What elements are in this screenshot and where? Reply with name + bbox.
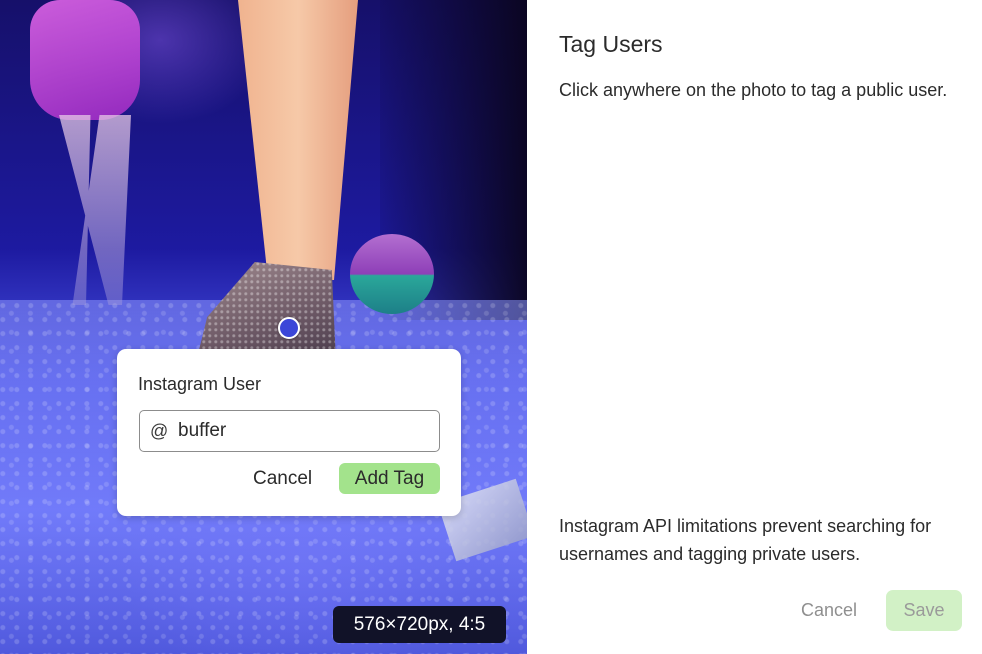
image-dimensions-badge: 576×720px, 4:5 <box>333 606 506 643</box>
photo-canvas[interactable]: Instagram User @ Cancel Add Tag 576×720p… <box>0 0 527 654</box>
at-symbol-prefix: @ <box>150 421 169 441</box>
photo-glitter-boot <box>196 262 336 362</box>
popover-cancel-button[interactable]: Cancel <box>245 463 320 494</box>
popover-title: Instagram User <box>138 374 262 394</box>
username-input[interactable] <box>178 417 428 445</box>
save-button[interactable]: Save <box>886 590 962 631</box>
panel-cancel-button[interactable]: Cancel <box>789 590 869 631</box>
username-field[interactable]: @ <box>139 410 440 452</box>
panel-instruction: Click anywhere on the photo to tag a pub… <box>559 80 948 100</box>
tag-marker-dot[interactable] <box>278 317 300 339</box>
photo-background-dancer <box>30 0 140 120</box>
photo-background-dancer-legs <box>59 115 131 305</box>
add-tag-button[interactable]: Add Tag <box>339 463 440 494</box>
api-limitation-note: Instagram API limitations prevent search… <box>559 516 932 564</box>
tag-users-panel: Tag Users Click anywhere on the photo to… <box>527 0 982 654</box>
tag-user-popover: Instagram User @ Cancel Add Tag <box>117 349 461 516</box>
photo-foreground-leg <box>238 0 358 280</box>
panel-heading: Tag Users <box>559 31 663 57</box>
photo-disco-ball <box>350 234 434 314</box>
